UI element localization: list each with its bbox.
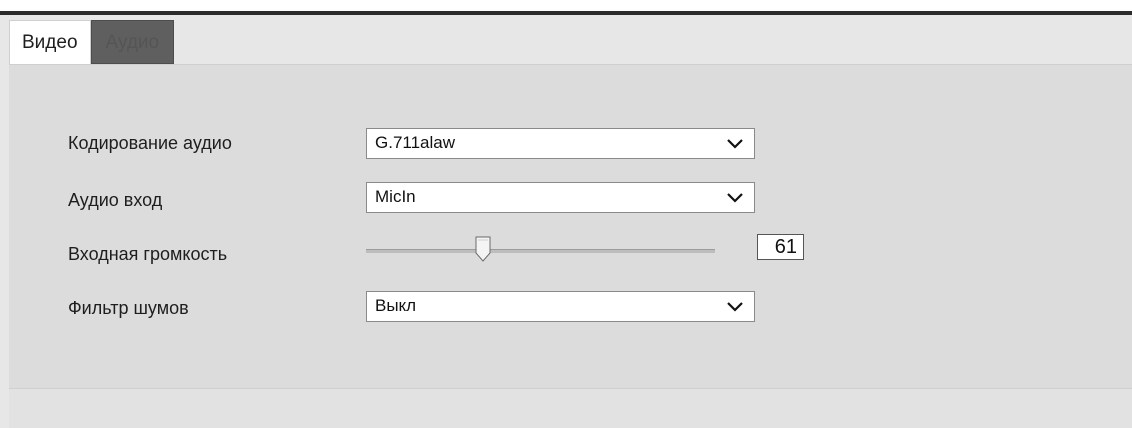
footer-area [9,389,1132,428]
audio-encoding-select[interactable]: G.711alaw [366,128,755,159]
audio-input-label: Аудио вход [68,190,163,210]
chevron-down-icon [727,302,743,312]
input-volume-label: Входная громкость [68,244,228,264]
chevron-down-icon [727,139,743,149]
noise-filter-label: Фильтр шумов [68,298,189,318]
input-volume-slider[interactable] [366,236,715,262]
tab-audio[interactable]: Аудио [90,20,175,64]
audio-input-value: MicIn [375,187,416,206]
noise-filter-select[interactable]: Выкл [366,291,755,322]
slider-thumb-icon[interactable] [475,236,491,262]
tab-video[interactable]: Видео [9,20,91,64]
top-border [0,0,1132,15]
audio-encoding-value: G.711alaw [375,133,456,152]
audio-encoding-label: Кодирование аудио [68,133,232,153]
chevron-down-icon [727,193,743,203]
input-volume-value[interactable]: 61 [757,234,804,260]
audio-settings-panel [9,64,1132,388]
slider-track [366,249,715,253]
audio-input-select[interactable]: MicIn [366,182,755,213]
tab-bar: Видео Аудио [9,20,175,64]
noise-filter-value: Выкл [375,296,417,315]
